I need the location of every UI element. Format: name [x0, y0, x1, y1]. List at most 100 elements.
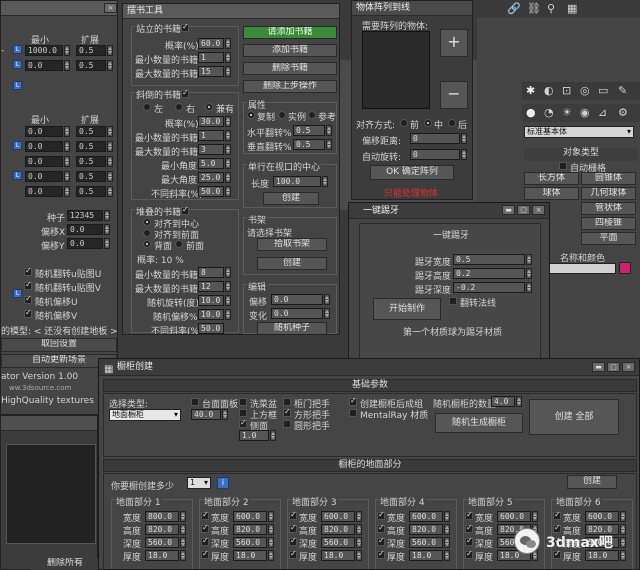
hierarchy-tab-icon[interactable]: ⊡: [562, 84, 571, 97]
helper-icon[interactable]: ⊿: [598, 106, 607, 119]
instance-radio[interactable]: [278, 111, 286, 119]
unlink-icon[interactable]: ⛓: [527, 2, 541, 15]
mid-ext-1[interactable]: 0.5: [76, 126, 106, 137]
max-angle-field[interactable]: 25.0: [198, 172, 224, 183]
object-color-swatch[interactable]: [619, 262, 631, 274]
floor-part-check[interactable]: [289, 510, 297, 520]
delete-all-button[interactable]: 删除所有: [30, 558, 100, 570]
close-icon[interactable]: ×: [622, 362, 635, 372]
floor-part-check[interactable]: [553, 549, 561, 559]
floor-part-field[interactable]: 18.0: [233, 550, 267, 561]
rand-rot-field[interactable]: 10.0: [198, 295, 224, 306]
check-offset-v[interactable]: [24, 308, 32, 318]
floor-part-field[interactable]: 18.0: [409, 550, 443, 561]
lean-both-radio[interactable]: [205, 103, 213, 111]
floor-part-field[interactable]: 600.0: [409, 511, 443, 522]
floor-part-field[interactable]: 600.0: [233, 511, 267, 522]
box-button[interactable]: 长方体: [524, 172, 579, 185]
plane-button[interactable]: 平面: [581, 232, 636, 245]
floor-part-check[interactable]: [377, 510, 385, 520]
cabinet-count-dropdown[interactable]: 1: [187, 477, 211, 489]
maximize-icon[interactable]: ▢: [607, 362, 620, 372]
square-handle-check[interactable]: [283, 407, 291, 417]
copy-radio[interactable]: [247, 111, 255, 119]
modify-tab-icon[interactable]: ◐: [544, 84, 554, 97]
mid-ext-5[interactable]: 0.5: [76, 186, 106, 197]
align-center-radio[interactable]: [143, 218, 151, 226]
random-cabinet-button[interactable]: 随机生成橱柜: [435, 413, 523, 433]
offset-distance-field[interactable]: 0: [410, 133, 460, 144]
light-icon[interactable]: ☀: [562, 106, 572, 119]
utilities-tab-icon[interactable]: ✎: [618, 84, 627, 97]
standing-prob-field[interactable]: 60.0: [198, 38, 224, 49]
floor-part-field[interactable]: 820.0: [145, 524, 179, 535]
floor-part-check[interactable]: [201, 549, 209, 559]
floor-part-field[interactable]: 18.0: [321, 550, 355, 561]
floor-part-check[interactable]: [377, 549, 385, 559]
ext-field-1[interactable]: 0.5: [76, 45, 106, 56]
pick-shelf-button[interactable]: 拾取书架: [257, 238, 327, 251]
floor-part-field[interactable]: 600.0: [321, 511, 355, 522]
floor-part-field[interactable]: 560.0: [321, 537, 355, 548]
rand-off-field[interactable]: 10.0: [198, 309, 224, 320]
ext-field-2[interactable]: 0.5: [76, 60, 106, 71]
add-books-button[interactable]: 添加书籍: [243, 44, 337, 57]
remove-object-button[interactable]: −: [440, 81, 468, 109]
floor-part-field[interactable]: 820.0: [409, 524, 443, 535]
object-list[interactable]: [362, 31, 430, 109]
create-floor-button[interactable]: 创建: [567, 475, 617, 489]
close-icon[interactable]: ×: [532, 205, 545, 215]
random-seed-button[interactable]: 随机种子: [257, 322, 327, 334]
flip-normals-check[interactable]: [449, 297, 457, 305]
random-count-field[interactable]: 4.0: [491, 396, 515, 407]
mid-ext-2[interactable]: 0.5: [76, 141, 106, 152]
align-front-radio[interactable]: [400, 119, 408, 127]
mid-ext-4[interactable]: 0.5: [76, 171, 106, 182]
add-object-button[interactable]: +: [440, 29, 468, 57]
countertop-check[interactable]: [191, 398, 199, 406]
info-icon[interactable]: i: [217, 477, 229, 489]
pyramid-button[interactable]: 四棱锥: [581, 217, 636, 230]
mid-min-3[interactable]: 0.0: [25, 156, 63, 167]
stack-books-check[interactable]: [181, 205, 189, 215]
link-icon[interactable]: 🔗: [507, 2, 521, 15]
align-center-radio[interactable]: [424, 119, 432, 127]
primitive-type-dropdown[interactable]: 标准基本体: [524, 126, 634, 138]
floor-part-field[interactable]: 600.0: [497, 511, 531, 522]
side-check[interactable]: [239, 418, 247, 428]
link-icon[interactable]: L: [13, 60, 22, 69]
reference-radio[interactable]: [308, 111, 316, 119]
floor-part-check[interactable]: [377, 523, 385, 533]
sink-check[interactable]: [239, 398, 247, 406]
system-icon[interactable]: ⚙: [618, 106, 628, 119]
mid-min-2[interactable]: 0.0: [25, 141, 63, 152]
edit-change-field[interactable]: 0.0: [271, 308, 323, 319]
stack-max-field[interactable]: 12: [198, 281, 224, 292]
check-offset-u[interactable]: [24, 294, 32, 304]
seed-field[interactable]: 12345: [67, 210, 103, 221]
v-space-field[interactable]: 0.5: [293, 139, 325, 150]
group-check[interactable]: [349, 396, 357, 406]
maximize-icon[interactable]: ▢: [517, 205, 530, 215]
front-radio[interactable]: [175, 240, 183, 248]
camera-icon[interactable]: ◉: [580, 106, 590, 119]
shapes-icon[interactable]: ◔: [544, 106, 554, 119]
link-icon[interactable]: L: [13, 289, 22, 298]
basic-params-header[interactable]: 基础参数: [103, 379, 637, 392]
grid-icon[interactable]: ▦: [567, 2, 577, 15]
left-panel-titlebar[interactable]: ×: [1, 1, 117, 16]
floor-part-check[interactable]: [465, 510, 473, 520]
delete-books-button[interactable]: 删除书籍: [243, 62, 337, 75]
create-shelf-button[interactable]: 创建: [257, 257, 327, 270]
check-flip-v[interactable]: [24, 280, 32, 290]
reset-button[interactable]: 取回设置: [1, 338, 117, 352]
floor-part-check[interactable]: [377, 536, 385, 546]
object-type-header[interactable]: 对象类型: [524, 148, 638, 161]
mentalray-check[interactable]: [349, 409, 357, 417]
link-icon[interactable]: L: [13, 81, 22, 90]
back-radio[interactable]: [143, 240, 151, 248]
h-space-field[interactable]: 0.5: [293, 125, 325, 136]
uneven-field[interactable]: 50.0: [198, 186, 224, 197]
link-icon[interactable]: L: [13, 171, 22, 180]
create-row-button[interactable]: 创建: [263, 192, 319, 205]
